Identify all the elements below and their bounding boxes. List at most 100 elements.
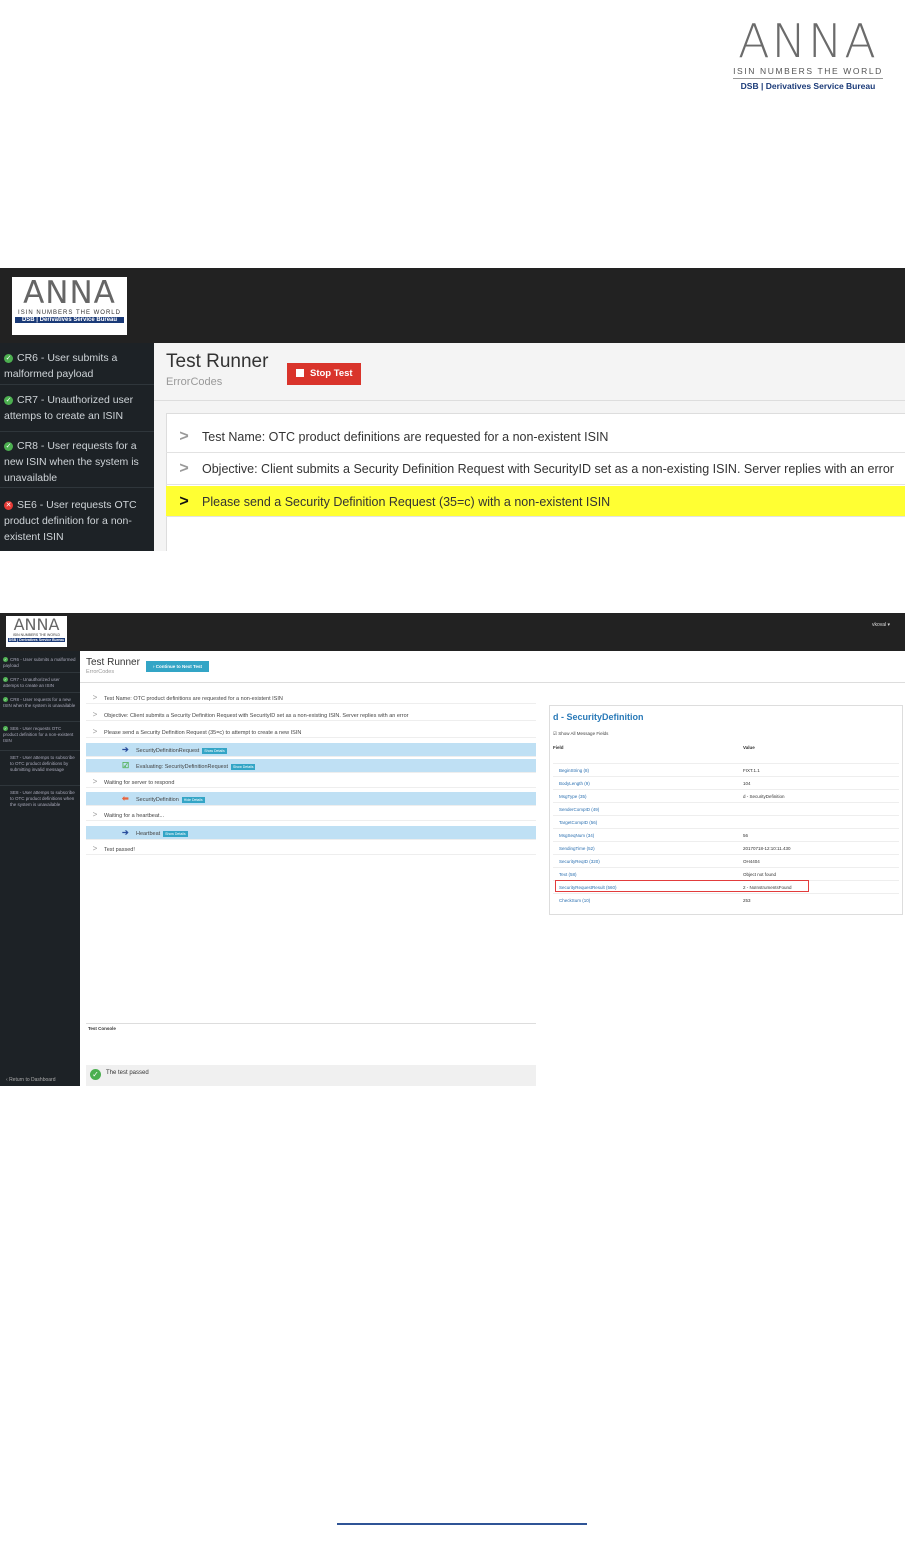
message-row[interactable]: ⬅ SecurityDefinition Hide Details	[86, 792, 536, 806]
message-text: SecurityDefinition	[136, 797, 179, 803]
table-row: SendingTime (52) 20170718-12:10:11.430	[553, 841, 899, 855]
message-row[interactable]: ➔ Heartbeat Show Details	[86, 826, 536, 840]
step-row-active[interactable]: > Please send a Security Definition Reque…	[166, 486, 905, 517]
table-row: SenderCompID (49)	[553, 802, 899, 816]
highlight-box	[555, 880, 809, 892]
sidebar-item-cr8[interactable]: ✓ CR8 - User requests for a new ISIN when…	[0, 434, 154, 488]
step-row[interactable]: > Test passed!	[86, 843, 536, 855]
sidebar-item-cr7[interactable]: ✓ CR7 - Unauthorized user attemps to crea…	[0, 675, 80, 693]
field-name[interactable]: CheckSum (10)	[559, 894, 590, 907]
navbar-logo-wordmark: ANNA	[23, 275, 116, 311]
message-row[interactable]: ☑ Evaluating: SecurityDefinitionRequest Sh…	[86, 759, 536, 773]
step-row[interactable]: > Please send a Security Definition Reque…	[86, 726, 536, 738]
show-details-button[interactable]: Show Details	[231, 763, 256, 770]
step-row[interactable]: > Waiting for a heartbeat...	[86, 809, 536, 821]
step-text: Waiting for server to respond	[104, 780, 175, 786]
step-row[interactable]: > Objective: Client submits a Security De…	[166, 453, 905, 485]
message-text: Evaluating: SecurityDefinitionRequest	[136, 764, 229, 770]
continue-next-test-button[interactable]: › Continue to Next Test	[146, 661, 209, 672]
sidebar-item-se8[interactable]: SE8 - User attemps to subscribe to OTC p…	[0, 788, 80, 821]
chevron-right-icon: >	[92, 810, 98, 819]
screenshot-test-runner-running: ANNA ISIN NUMBERS THE WORLD DSB | Deriva…	[0, 268, 905, 551]
console-message-row	[86, 1065, 536, 1086]
check-icon: ✓	[3, 657, 8, 663]
check-icon: ✓	[4, 353, 13, 363]
sidebar-item-cr8[interactable]: ✓ CR8 - User requests for a new ISIN when…	[0, 695, 80, 722]
user-menu[interactable]: vkoval ▾	[872, 622, 890, 628]
arrow-left-icon: ⬅	[122, 794, 129, 803]
screenshot-test-runner-passed: ANNA ISIN NUMBERS THE WORLD DSB | Deriva…	[0, 613, 905, 1086]
chevron-right-icon: >	[92, 844, 98, 853]
step-text: Test Name: OTC product definitions are r…	[202, 430, 609, 444]
step-text: Please send a Security Definition Reques…	[104, 730, 302, 736]
return-to-dashboard-link[interactable]: ‹ Return to Dashboard	[6, 1077, 55, 1083]
continue-label: Continue to Next Test	[155, 664, 202, 669]
chevron-right-icon: >	[92, 693, 98, 702]
arrow-right-icon: ➔	[122, 828, 129, 837]
sidebar-item-se7[interactable]: SE7 - User attemps to subscribe to OTC p…	[0, 753, 80, 786]
header-divider	[80, 682, 905, 683]
show-details-button[interactable]: Show Details	[163, 830, 188, 837]
stop-icon	[296, 369, 304, 378]
footer-rule	[337, 1523, 587, 1525]
step-text: Waiting for a heartbeat...	[104, 813, 165, 819]
top-navbar	[0, 268, 905, 343]
sidebar-item-label: CR7 - Unauthorized user attemps to creat…	[4, 394, 134, 422]
logo-wordmark: ANNA	[738, 14, 878, 68]
sidebar-item-se6[interactable]: ✓ SE6 - User requests OTC product definit…	[0, 724, 80, 751]
check-icon: ✓	[3, 726, 8, 732]
table-row: Text (58) Object not found	[553, 867, 899, 881]
sidebar-item-label: CR8 - User requests for a new ISIN when …	[3, 697, 76, 708]
sidebar-item-label: CR8 - User requests for a new ISIN when …	[4, 440, 139, 484]
sidebar-item-se6[interactable]: ✕ SE6 - User requests OTC product definit…	[0, 491, 154, 549]
navbar-logo-subtitle: DSB | Derivatives Service Bureau	[15, 317, 124, 323]
message-row[interactable]: ➔ SecurityDefinitionRequest Show Details	[86, 743, 536, 757]
page-subtitle: ErrorCodes	[166, 376, 223, 388]
show-details-button[interactable]: Show Details	[202, 747, 227, 754]
col-field-header: Field	[553, 745, 564, 750]
step-row[interactable]: > Waiting for server to respond	[86, 776, 536, 788]
sidebar-item-cr6[interactable]: ✓ CR6 - User submits a malformed payload	[0, 347, 154, 385]
message-text: SecurityDefinitionRequest	[136, 748, 200, 754]
chevron-right-icon: >	[92, 777, 98, 786]
check-icon: ✓	[4, 441, 13, 451]
stop-test-button[interactable]: Stop Test	[287, 363, 361, 385]
page-title: Test Runner	[166, 351, 269, 372]
hide-details-button[interactable]: Hide Details	[181, 796, 205, 803]
console-message: The test passed	[106, 1070, 149, 1076]
navbar-logo[interactable]: ANNA ISIN NUMBERS THE WORLD DSB | Deriva…	[6, 616, 67, 647]
navbar-logo-tagline: ISIN NUMBERS THE WORLD	[12, 633, 61, 637]
show-all-fields-checkbox[interactable]: ☑ Show All Message Fields	[553, 731, 608, 737]
check-icon: ✓	[3, 697, 8, 703]
step-row[interactable]: > Test Name: OTC product definitions are …	[166, 421, 905, 453]
sidebar-item-label: CR7 - Unauthorized user attemps to creat…	[3, 677, 60, 688]
check-icon: ✓	[4, 395, 13, 405]
check-circle-icon: ✓	[90, 1069, 101, 1080]
sidebar-item-cr7[interactable]: ✓ CR7 - Unauthorized user attemps to crea…	[0, 388, 154, 432]
sidebar: ✓ CR6 - User submits a malformed payload …	[0, 343, 154, 551]
message-text: Heartbeat	[136, 831, 161, 837]
navbar-logo-tagline: ISIN NUMBERS THE WORLD	[18, 310, 121, 316]
logo-subtitle: DSB | Derivatives Service Bureau	[733, 78, 883, 91]
top-navbar	[0, 613, 905, 651]
navbar-logo-subtitle: DSB | Derivatives Service Bureau	[8, 638, 65, 642]
col-value-header: Value	[743, 745, 755, 750]
anna-logo: ANNA ISIN NUMBERS THE WORLD DSB | Deriva…	[733, 18, 883, 103]
step-row[interactable]: > Objective: Client submits a Security De…	[86, 709, 536, 721]
table-row: TargetCompID (56)	[553, 815, 899, 829]
chevron-right-icon: >	[179, 460, 189, 477]
arrow-right-icon: ➔	[122, 745, 129, 754]
sidebar: ✓ CR6 - User submits a malformed payload …	[0, 651, 80, 1086]
checkbox-checked-icon: ☑	[122, 761, 130, 770]
sidebar-item-label: CR6 - User submits a malformed payload	[4, 352, 118, 380]
page-title: Test Runner	[86, 657, 140, 668]
chevron-right-icon: >	[92, 710, 98, 719]
sidebar-item-label: CR6 - User submits a malformed payload	[3, 657, 76, 668]
show-all-label: Show All Message Fields	[558, 731, 609, 736]
navbar-logo[interactable]: ANNA ISIN NUMBERS THE WORLD DSB | Deriva…	[12, 277, 127, 335]
step-text: Test Name: OTC product definitions are r…	[104, 696, 283, 702]
chevron-right-icon: >	[179, 428, 189, 445]
chevron-right-icon: >	[92, 727, 98, 736]
step-row[interactable]: > Test Name: OTC product definitions are …	[86, 692, 536, 704]
sidebar-item-cr6[interactable]: ✓ CR6 - User submits a malformed payload	[0, 655, 80, 673]
